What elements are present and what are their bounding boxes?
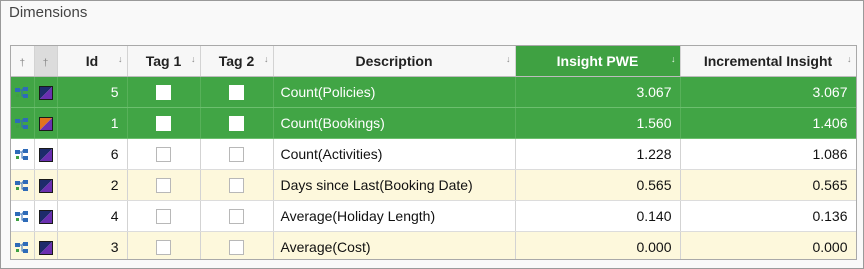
incremental-insight-cell: 1.086 <box>680 138 856 170</box>
table-row[interactable]: 3 Average(Cost) 0.000 0.000 <box>11 231 856 259</box>
tag2-checkbox[interactable] <box>229 240 244 256</box>
id-cell: 4 <box>57 200 128 232</box>
panel-title: Dimensions <box>9 4 88 21</box>
tag2-cell[interactable] <box>200 138 274 170</box>
tag2-checkbox[interactable] <box>229 209 244 225</box>
pin-icon[interactable]: ↓ <box>671 54 676 64</box>
tag2-cell[interactable] <box>200 231 274 259</box>
pin-icon[interactable]: † <box>19 58 25 69</box>
color-swatch-cell[interactable] <box>34 231 58 259</box>
tree-node-cell[interactable] <box>11 231 35 259</box>
column-header-tag1[interactable]: Tag 1 ↓ <box>127 46 201 77</box>
dimensions-grid: † † Id ↓ Tag 1 ↓ Tag 2 ↓ Description ↓ I… <box>10 45 857 260</box>
incremental-insight-cell: 0.565 <box>680 169 856 201</box>
id-cell: 3 <box>57 231 128 259</box>
insight-pwe-cell: 1.560 <box>515 107 681 139</box>
id-cell: 1 <box>57 107 128 139</box>
navy-purple-swatch-icon[interactable] <box>38 86 53 101</box>
insight-pwe-cell: 0.565 <box>515 169 681 201</box>
header-row: † † Id ↓ Tag 1 ↓ Tag 2 ↓ Description ↓ I… <box>11 46 856 77</box>
color-swatch-cell[interactable] <box>34 200 58 232</box>
pin-icon[interactable]: ↓ <box>264 54 269 64</box>
id-cell: 2 <box>57 169 128 201</box>
navy-purple-swatch-icon[interactable] <box>38 148 53 163</box>
tree-node-icon[interactable] <box>15 149 29 161</box>
pin-icon[interactable]: ↓ <box>118 54 123 64</box>
tag1-cell[interactable] <box>127 138 201 170</box>
tag1-cell[interactable] <box>127 231 201 259</box>
incremental-insight-cell: 0.136 <box>680 200 856 232</box>
table-row[interactable]: 2 Days since Last(Booking Date) 0.565 0.… <box>11 169 856 201</box>
tree-node-icon[interactable] <box>15 87 29 99</box>
color-swatch-cell[interactable] <box>34 138 58 170</box>
tag1-checkbox[interactable] <box>156 85 171 101</box>
dimensions-panel: Dimensions † † Id ↓ Tag 1 ↓ Tag 2 ↓ Desc… <box>0 0 864 269</box>
tag2-checkbox[interactable] <box>229 178 244 194</box>
tree-node-cell[interactable] <box>11 76 35 108</box>
tag2-cell[interactable] <box>200 200 274 232</box>
tag1-checkbox[interactable] <box>156 116 171 132</box>
tag1-checkbox[interactable] <box>156 178 171 194</box>
column-header-pin2[interactable]: † <box>34 46 58 77</box>
incremental-insight-cell: 1.406 <box>680 107 856 139</box>
table-row[interactable]: 5 Count(Policies) 3.067 3.067 <box>11 76 856 108</box>
tree-node-cell[interactable] <box>11 107 35 139</box>
tag1-cell[interactable] <box>127 169 201 201</box>
tree-node-cell[interactable] <box>11 138 35 170</box>
description-cell: Average(Holiday Length) <box>273 200 516 232</box>
column-header-id[interactable]: Id ↓ <box>57 46 128 77</box>
pin-icon[interactable]: ↓ <box>506 54 511 64</box>
tag2-cell[interactable] <box>200 107 274 139</box>
pin-icon[interactable]: ↓ <box>191 54 196 64</box>
insight-pwe-cell: 0.000 <box>515 231 681 259</box>
tag2-checkbox[interactable] <box>229 116 244 132</box>
navy-purple-swatch-icon[interactable] <box>38 241 53 256</box>
tag1-cell[interactable] <box>127 200 201 232</box>
description-cell: Count(Bookings) <box>273 107 516 139</box>
table-row[interactable]: 1 Count(Bookings) 1.560 1.406 <box>11 107 856 139</box>
column-header-description[interactable]: Description ↓ <box>273 46 516 77</box>
tag1-cell[interactable] <box>127 76 201 108</box>
tag1-checkbox[interactable] <box>156 147 171 163</box>
description-cell: Days since Last(Booking Date) <box>273 169 516 201</box>
insight-pwe-cell: 1.228 <box>515 138 681 170</box>
id-cell: 6 <box>57 138 128 170</box>
tree-node-icon[interactable] <box>15 211 29 223</box>
pin-icon[interactable]: ↓ <box>847 54 852 64</box>
table-row[interactable]: 6 Count(Activities) 1.228 1.086 <box>11 138 856 170</box>
tree-node-icon[interactable] <box>15 118 29 130</box>
tag1-checkbox[interactable] <box>156 240 171 256</box>
color-swatch-cell[interactable] <box>34 169 58 201</box>
tag2-cell[interactable] <box>200 76 274 108</box>
tag2-checkbox[interactable] <box>229 147 244 163</box>
tree-node-cell[interactable] <box>11 169 35 201</box>
orange-purple-swatch-icon[interactable] <box>38 117 53 132</box>
incremental-insight-cell: 3.067 <box>680 76 856 108</box>
tree-node-icon[interactable] <box>15 242 29 254</box>
description-cell: Count(Policies) <box>273 76 516 108</box>
tag2-cell[interactable] <box>200 169 274 201</box>
navy-purple-swatch-icon[interactable] <box>38 210 53 225</box>
id-cell: 5 <box>57 76 128 108</box>
tree-node-icon[interactable] <box>15 180 29 192</box>
description-cell: Average(Cost) <box>273 231 516 259</box>
tree-node-cell[interactable] <box>11 200 35 232</box>
pin-icon[interactable]: † <box>43 58 49 69</box>
tag1-checkbox[interactable] <box>156 209 171 225</box>
incremental-insight-cell: 0.000 <box>680 231 856 259</box>
navy-purple-swatch-icon[interactable] <box>38 179 53 194</box>
column-header-pin1[interactable]: † <box>11 46 35 77</box>
column-header-tag2[interactable]: Tag 2 ↓ <box>200 46 274 77</box>
insight-pwe-cell: 0.140 <box>515 200 681 232</box>
column-header-insight-pwe[interactable]: Insight PWE ↓ <box>515 46 681 77</box>
color-swatch-cell[interactable] <box>34 76 58 108</box>
tag2-checkbox[interactable] <box>229 85 244 101</box>
insight-pwe-cell: 3.067 <box>515 76 681 108</box>
tag1-cell[interactable] <box>127 107 201 139</box>
description-cell: Count(Activities) <box>273 138 516 170</box>
color-swatch-cell[interactable] <box>34 107 58 139</box>
column-header-incremental-insight[interactable]: Incremental Insight ↓ <box>680 46 856 77</box>
table-row[interactable]: 4 Average(Holiday Length) 0.140 0.136 <box>11 200 856 232</box>
